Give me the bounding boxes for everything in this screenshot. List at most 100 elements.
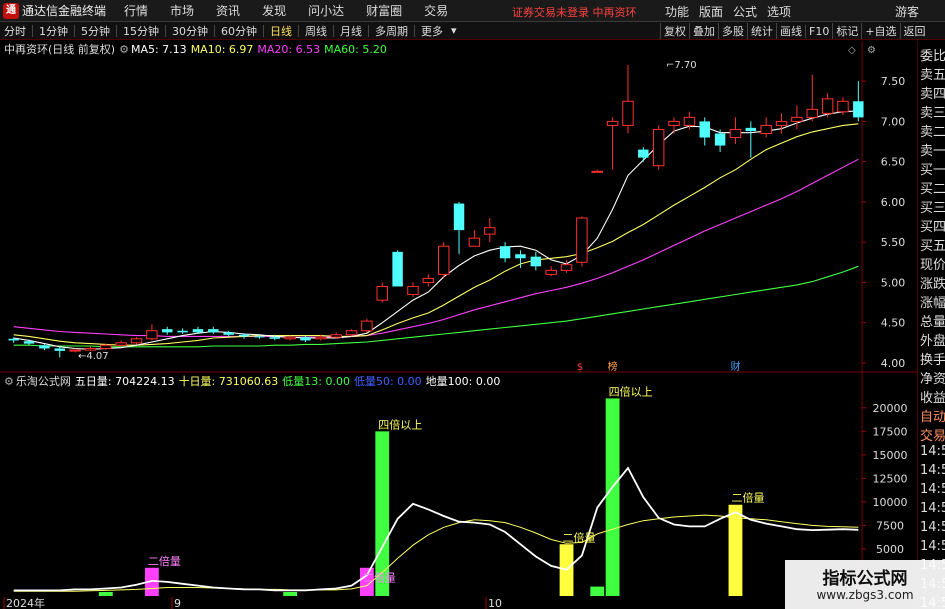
menu-options[interactable]: 选项 bbox=[767, 3, 791, 20]
date-label: 2024年 bbox=[6, 596, 45, 609]
candle-body bbox=[484, 227, 496, 235]
chart-svg[interactable]: 7.50 7.00 6.50 6.00 5.50 5.00 4.50 4.00 20000 17… bbox=[0, 41, 917, 609]
period-60min[interactable]: 60分钟 bbox=[217, 23, 261, 39]
guest-user[interactable]: 游客 bbox=[895, 3, 919, 20]
menu-wealth[interactable]: 财富圈 bbox=[366, 2, 402, 19]
period-15min[interactable]: 15分钟 bbox=[119, 23, 163, 39]
candle-body bbox=[115, 342, 127, 346]
period-toolbar: 分时 1分钟 5分钟 15分钟 30分钟 60分钟 日线 周线 月线 多周期 更… bbox=[0, 22, 945, 40]
candle-body bbox=[39, 345, 50, 349]
sidebar-label: 外盘 bbox=[920, 334, 945, 349]
candle-body bbox=[315, 336, 327, 340]
menu-formula[interactable]: 公式 bbox=[733, 3, 757, 20]
sidebar-label: 买五 bbox=[920, 239, 945, 254]
volume-signal-label: 二倍量 bbox=[363, 571, 396, 585]
candle-body bbox=[652, 128, 665, 167]
sidebar-label: 换手 bbox=[920, 353, 945, 368]
candle-body bbox=[223, 332, 234, 335]
price-tick-label: 6.00 bbox=[881, 196, 906, 209]
price-tick-label: 4.00 bbox=[881, 357, 906, 370]
candle-body bbox=[530, 256, 542, 267]
tool-f10[interactable]: F10 bbox=[805, 24, 832, 38]
right-menu: 功能 版面 公式 选项 bbox=[665, 3, 801, 20]
sidebar-label: 涨幅 bbox=[920, 296, 945, 311]
volume-tick-label: 12500 bbox=[873, 472, 908, 485]
candle-body bbox=[729, 128, 742, 139]
tool-mark[interactable]: 标记 bbox=[832, 23, 861, 39]
volume-signal-label: 四倍以上 bbox=[609, 384, 653, 398]
watermark-url: www.zbgs3.com bbox=[816, 588, 914, 602]
candle-body bbox=[130, 338, 143, 344]
candle-body bbox=[606, 120, 619, 126]
sidebar-label: 买三 bbox=[920, 201, 945, 216]
volume-bar bbox=[283, 592, 298, 596]
quote-sidebar: 委比 卖五 卖四 卖三 卖二 卖一 买一 买二 买三 买四 买五 现价 涨跌 涨幅 总量 外盘 换手 净资 收益 自动… bbox=[917, 41, 945, 609]
price-axis: 7.50 7.00 6.50 6.00 5.50 5.00 4.50 4.00 bbox=[862, 75, 905, 370]
candle-body bbox=[284, 336, 296, 340]
candle-body bbox=[499, 246, 511, 259]
period-timeshare[interactable]: 分时 bbox=[0, 23, 30, 39]
candle-body bbox=[545, 269, 557, 275]
price-tick-label: 5.50 bbox=[881, 236, 906, 249]
tool-add-watch[interactable]: +自选 bbox=[861, 23, 899, 39]
volume-signal-label: 四倍以上 bbox=[378, 417, 422, 431]
sidebar-label: 交易 bbox=[920, 429, 945, 444]
candle-body bbox=[760, 124, 772, 134]
sidebar-label: 14:56 bbox=[920, 444, 945, 459]
candle-body bbox=[376, 285, 388, 301]
candle-body bbox=[683, 116, 696, 126]
volume-tick-label: 15000 bbox=[873, 449, 908, 462]
candle-body bbox=[254, 336, 265, 338]
tool-stats[interactable]: 统计 bbox=[747, 23, 776, 39]
menu-discover[interactable]: 发现 bbox=[262, 2, 286, 19]
volume-signal-label: 二倍量 bbox=[731, 491, 764, 505]
candle-body bbox=[622, 100, 634, 126]
menu-trade[interactable]: 交易 bbox=[424, 2, 448, 19]
event-markers: $ 榜 财 bbox=[577, 360, 741, 373]
period-30min[interactable]: 30分钟 bbox=[168, 23, 212, 39]
candle-body bbox=[345, 330, 358, 336]
period-1min[interactable]: 1分钟 bbox=[35, 23, 72, 39]
sidebar-label: 涨跌 bbox=[920, 277, 945, 292]
settings-icon: ⚙ bbox=[867, 45, 876, 56]
menu-layout[interactable]: 版面 bbox=[699, 3, 723, 20]
watermark: 指标公式网 www.zbgs3.com bbox=[785, 560, 945, 609]
candle-body bbox=[453, 203, 465, 231]
tool-adjust[interactable]: 复权 bbox=[660, 23, 689, 39]
tool-multistock[interactable]: 多股 bbox=[718, 23, 747, 39]
volume-bar bbox=[605, 398, 620, 596]
tool-back[interactable]: 返回 bbox=[899, 23, 929, 39]
period-daily[interactable]: 日线 bbox=[266, 23, 296, 39]
period-monthly[interactable]: 月线 bbox=[336, 23, 366, 39]
candle-body bbox=[54, 348, 65, 351]
candle-body bbox=[407, 285, 419, 296]
candle-body bbox=[238, 334, 250, 337]
candle-body bbox=[638, 149, 649, 158]
candle-body bbox=[668, 120, 680, 126]
period-5min[interactable]: 5分钟 bbox=[77, 23, 114, 39]
sidebar-label: 收益 bbox=[920, 391, 945, 406]
candle-body bbox=[23, 341, 35, 344]
event-marker: $ bbox=[577, 362, 583, 373]
login-warning[interactable]: 证券交易未登录 中再资环 bbox=[512, 4, 637, 20]
sidebar-label: 14:56 bbox=[920, 539, 945, 554]
tool-overlay[interactable]: 叠加 bbox=[689, 23, 718, 39]
chevron-down-icon[interactable]: ▾ bbox=[447, 24, 461, 37]
volume-tick-label: 20000 bbox=[873, 402, 908, 415]
app-logo: 通 bbox=[3, 2, 19, 19]
period-multi[interactable]: 多周期 bbox=[371, 23, 412, 39]
period-more[interactable]: 更多 bbox=[417, 23, 447, 39]
menu-exchange[interactable]: 市场 bbox=[170, 2, 194, 19]
title-bar: 通 通达信金融终端 行情 市场 资讯 发现 问小达 财富圈 交易 证券交易未登录… bbox=[0, 0, 945, 22]
sidebar-label: 买一 bbox=[920, 163, 945, 178]
menu-ask[interactable]: 问小达 bbox=[308, 2, 344, 19]
sidebar-label: 卖二 bbox=[920, 125, 945, 140]
menu-news[interactable]: 资讯 bbox=[216, 2, 240, 19]
menu-market[interactable]: 行情 bbox=[124, 2, 148, 19]
volume-labels: 二倍量四倍以上二倍量四倍以上二倍量二倍量 bbox=[148, 384, 765, 584]
candle-body bbox=[177, 330, 188, 333]
menu-function[interactable]: 功能 bbox=[665, 3, 689, 20]
tool-draw[interactable]: 画线 bbox=[776, 23, 805, 39]
sidebar-label: 买二 bbox=[920, 182, 945, 197]
period-weekly[interactable]: 周线 bbox=[301, 23, 331, 39]
